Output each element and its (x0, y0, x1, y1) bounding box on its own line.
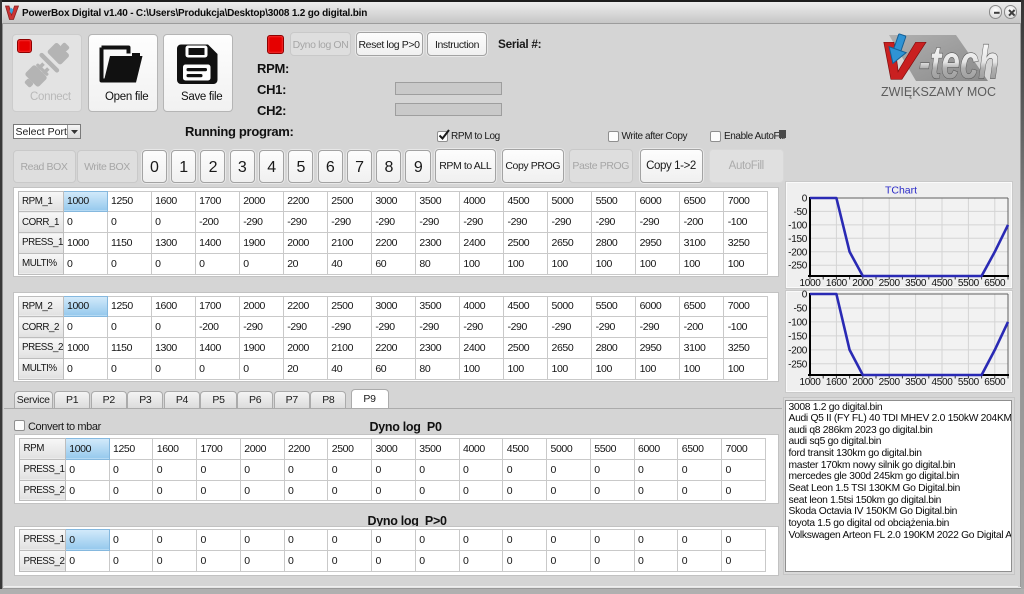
svg-text:-tech: -tech (919, 36, 999, 88)
svg-text:6500: 6500 (984, 377, 1006, 388)
svg-text:-200: -200 (788, 345, 808, 356)
svg-text:3500: 3500 (905, 377, 927, 388)
svg-text:ZWIĘKSZAMY MOC: ZWIĘKSZAMY MOC (881, 85, 996, 99)
svg-text:4500: 4500 (931, 278, 953, 289)
svg-text:1000: 1000 (799, 377, 821, 388)
svg-text:-250: -250 (788, 261, 808, 272)
svg-text:2500: 2500 (879, 377, 901, 388)
svg-text:0: 0 (802, 194, 808, 205)
svg-text:-100: -100 (788, 317, 808, 328)
svg-text:5500: 5500 (958, 278, 980, 289)
svg-text:TChart: TChart (885, 185, 917, 197)
svg-text:3500: 3500 (905, 278, 927, 289)
svg-text:1000: 1000 (799, 278, 821, 289)
svg-text:4500: 4500 (931, 377, 953, 388)
svg-text:-250: -250 (788, 359, 808, 370)
svg-text:-150: -150 (788, 331, 808, 342)
svg-text:1600: 1600 (826, 278, 848, 289)
svg-text:-50: -50 (793, 207, 807, 218)
svg-text:1600: 1600 (826, 377, 848, 388)
svg-text:2500: 2500 (879, 278, 901, 289)
svg-text:-100: -100 (788, 220, 808, 231)
svg-text:6500: 6500 (984, 278, 1006, 289)
svg-text:2000: 2000 (852, 377, 874, 388)
svg-text:0: 0 (802, 290, 808, 301)
svg-text:-50: -50 (793, 304, 807, 315)
svg-text:-150: -150 (788, 234, 808, 245)
svg-text:2000: 2000 (852, 278, 874, 289)
svg-text:-200: -200 (788, 247, 808, 258)
svg-text:5500: 5500 (958, 377, 980, 388)
